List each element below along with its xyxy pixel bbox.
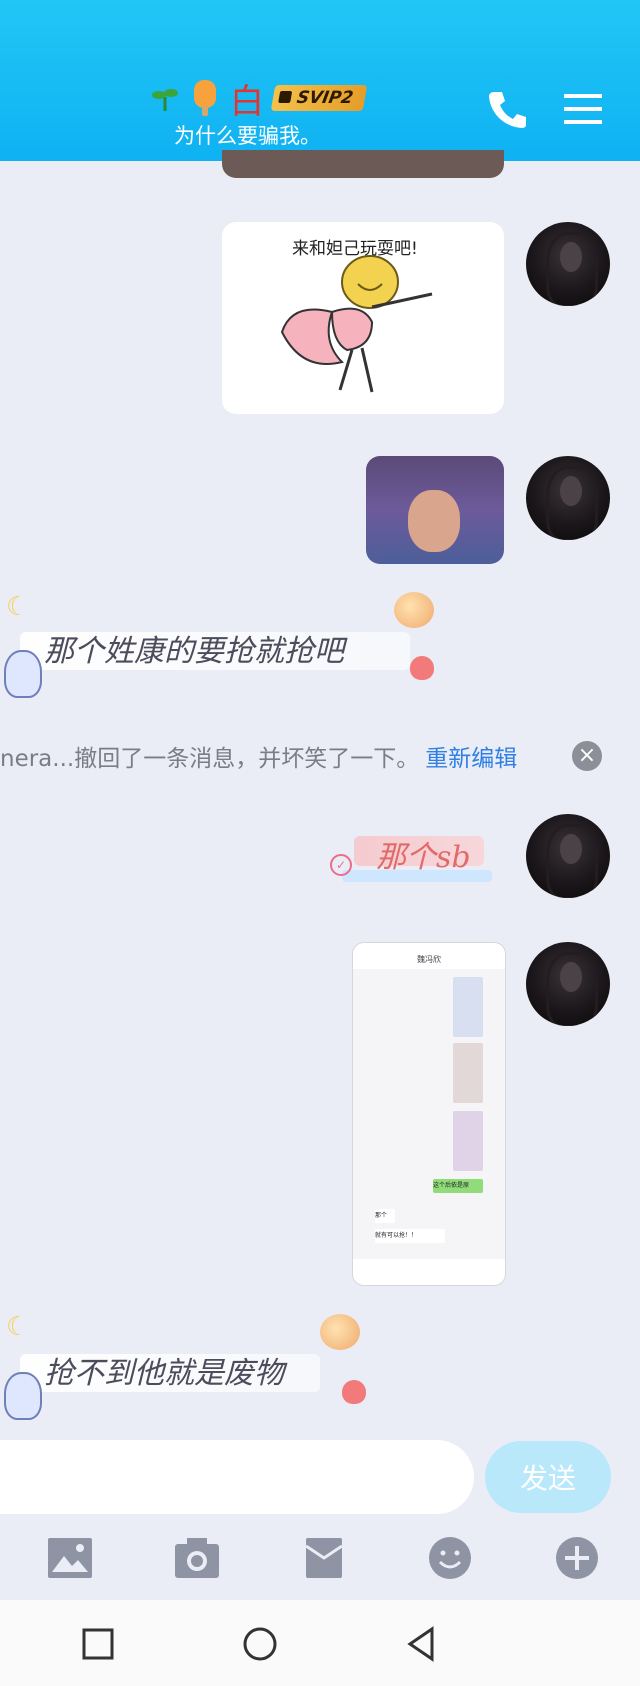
- decorated-text-message[interactable]: 那个姓康的要抢就抢吧: [0, 612, 440, 684]
- screenshot-message[interactable]: 魏冯欣 这个后依是原 那个 就有可以抢！！: [352, 942, 506, 1286]
- message-text: 抢不到他就是废物: [44, 1356, 284, 1391]
- check-sticker-icon: ✓: [330, 854, 352, 876]
- message-text: 那个sb: [376, 840, 471, 875]
- chat-header: 白 SVIP2 为什么要骗我。: [0, 0, 640, 161]
- plus-icon[interactable]: [553, 1536, 601, 1580]
- title-row: 白 SVIP2: [150, 78, 368, 122]
- bear-sticker-icon: [4, 1372, 42, 1420]
- photo-face: [408, 490, 460, 552]
- strawberry-sticker-icon: [342, 1380, 366, 1404]
- camera-icon[interactable]: [173, 1536, 221, 1580]
- planet-sticker-icon: [320, 1314, 360, 1350]
- sticker-message[interactable]: 来和妲己玩耍吧!: [222, 222, 504, 414]
- screenshot-navbar: [353, 1259, 505, 1285]
- contact-signature: 为什么要骗我。: [174, 124, 321, 148]
- previous-image-message[interactable]: [222, 150, 504, 178]
- planet-sticker-icon: [394, 592, 434, 628]
- moon-sticker-icon: ☾: [6, 592, 30, 622]
- screenshot-title: 魏冯欣: [353, 943, 505, 969]
- recall-text: nera...撤回了一条消息，并坏笑了一下。: [0, 746, 420, 772]
- message-text: 那个姓康的要抢就抢吧: [44, 634, 344, 669]
- sprout-icon: [152, 89, 178, 111]
- decorated-text-message[interactable]: ✓ 那个sb: [330, 830, 500, 900]
- back-icon[interactable]: [402, 1624, 442, 1664]
- my-avatar[interactable]: [526, 456, 610, 540]
- phone-icon[interactable]: [482, 84, 532, 134]
- send-button[interactable]: 发送: [485, 1441, 611, 1513]
- my-avatar[interactable]: [526, 942, 610, 1026]
- red-packet-icon[interactable]: [300, 1536, 348, 1580]
- screenshot-msg: 这个后依是原: [433, 1179, 483, 1193]
- home-icon[interactable]: [240, 1624, 280, 1664]
- re-edit-link[interactable]: 重新编辑: [425, 739, 517, 773]
- contact-name[interactable]: 白: [230, 74, 265, 123]
- screenshot-msg: 那个: [375, 1209, 395, 1223]
- bear-sticker-icon: [4, 650, 42, 698]
- moon-sticker-icon: ☾: [6, 1312, 30, 1342]
- message-input[interactable]: [0, 1440, 474, 1514]
- system-navbar: [0, 1600, 640, 1686]
- fox-sticker-drawing: [280, 255, 433, 393]
- vip-badge: SVIP2: [270, 85, 368, 111]
- screenshot-msg: 就有可以抢！！: [375, 1229, 445, 1243]
- my-avatar[interactable]: [526, 814, 610, 898]
- decorated-text-message[interactable]: 抢不到他就是废物: [0, 1334, 350, 1406]
- strawberry-sticker-icon: [410, 656, 434, 680]
- photo-message[interactable]: [366, 456, 504, 564]
- recall-notice: nera...撤回了一条消息，并坏笑了一下。 重新编辑: [0, 738, 640, 774]
- recent-apps-icon[interactable]: [78, 1624, 118, 1664]
- input-toolbar: [0, 1520, 640, 1600]
- emoji-icon[interactable]: [426, 1536, 474, 1580]
- popsicle-icon: [194, 80, 216, 116]
- close-icon[interactable]: ×: [572, 741, 602, 771]
- my-avatar[interactable]: [526, 222, 610, 306]
- image-icon[interactable]: [46, 1536, 94, 1580]
- menu-icon[interactable]: [558, 84, 608, 134]
